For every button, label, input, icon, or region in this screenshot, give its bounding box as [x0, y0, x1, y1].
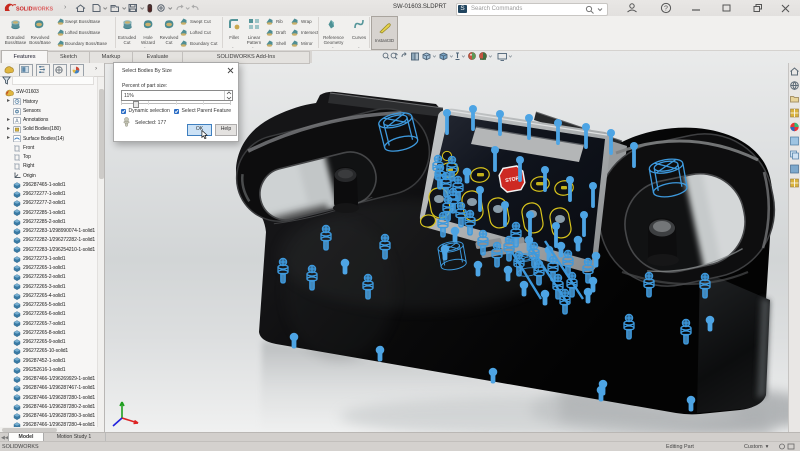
svg-text:?: ?: [664, 6, 668, 13]
svg-text:SOLIDWORKS: SOLIDWORKS: [16, 7, 54, 13]
